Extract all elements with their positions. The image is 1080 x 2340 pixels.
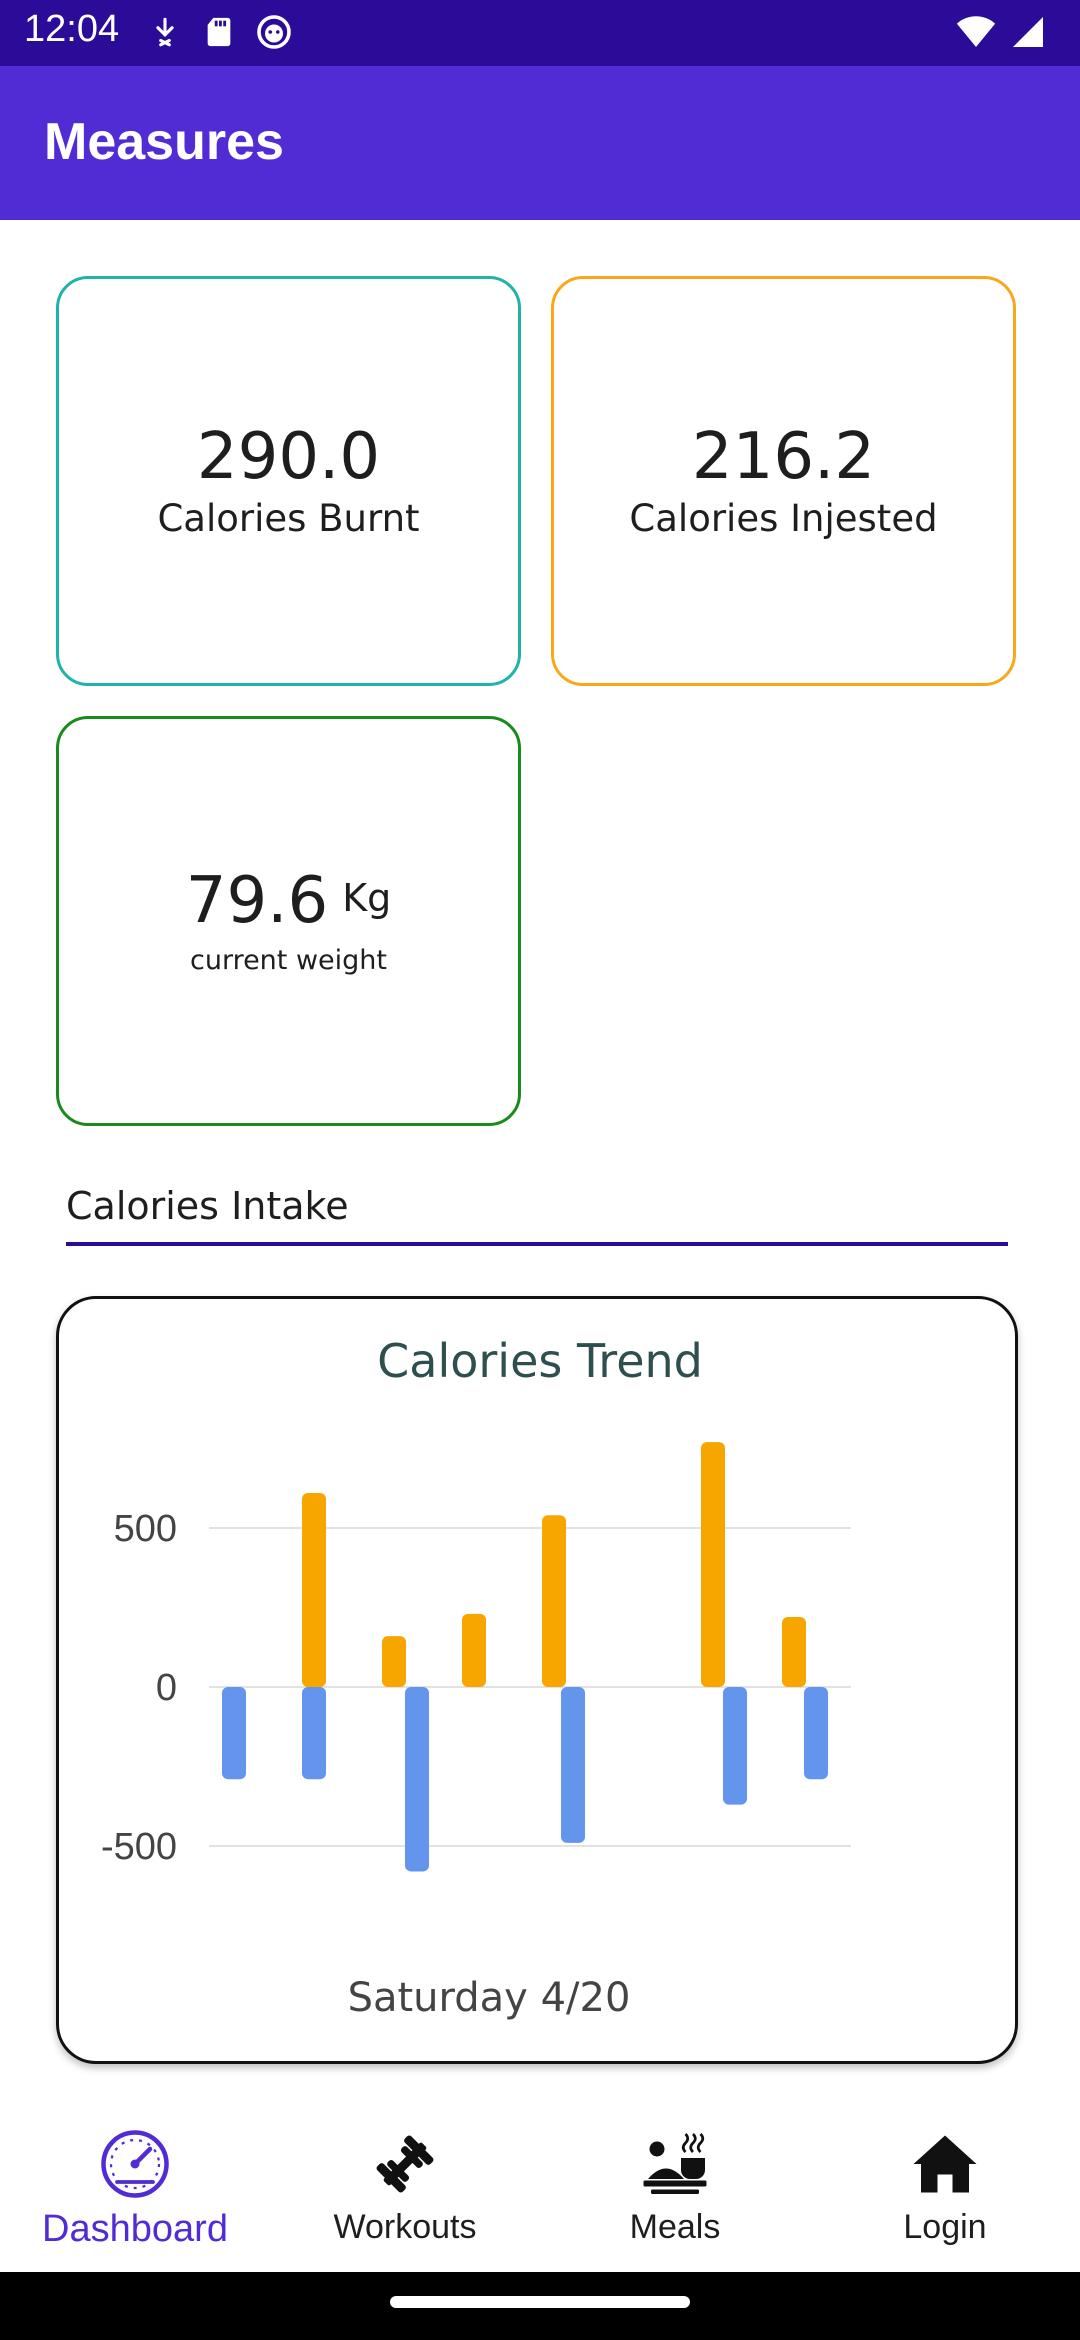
status-time: 12:04	[24, 8, 120, 50]
section-title: Calories Intake	[66, 1184, 349, 1228]
status-icons-left	[148, 14, 292, 50]
home-icon	[909, 2122, 981, 2206]
download-icon	[148, 15, 182, 49]
bottom-nav: Dashboard Workouts Meals Login	[0, 2120, 1080, 2272]
chart-bar-positive	[302, 1493, 326, 1687]
chart-bar-positive	[462, 1613, 486, 1687]
chart-bar-positive	[382, 1636, 406, 1687]
calories-injested-value: 216.2	[691, 420, 876, 495]
chart-bar-negative	[222, 1687, 246, 1780]
calories-trend-chart-card: Calories Trend 500 0 -500 Saturday 4/20	[56, 1296, 1018, 2064]
sd-card-icon	[202, 15, 236, 49]
page-title: Measures	[44, 113, 284, 171]
chart-bar-positive	[701, 1442, 725, 1687]
current-weight-card: 79.6 Kg current weight	[56, 716, 521, 1126]
meal-tray-icon	[639, 2122, 711, 2206]
nav-label-login: Login	[903, 2208, 987, 2246]
nav-label-dashboard: Dashboard	[42, 2208, 228, 2250]
current-weight-value: 79.6	[185, 864, 329, 939]
calories-burnt-value: 290.0	[196, 420, 381, 495]
calories-injested-label: Calories Injested	[629, 496, 938, 540]
weight-unit: Kg	[342, 876, 392, 921]
cellular-signal-icon	[1010, 14, 1046, 50]
dumbbell-icon	[369, 2122, 441, 2206]
chart-bar-positive	[782, 1617, 806, 1687]
nav-item-workouts[interactable]: Workouts	[270, 2122, 540, 2270]
chart-bar-negative	[561, 1687, 585, 1843]
chart-bar-negative	[804, 1687, 828, 1780]
nav-item-dashboard[interactable]: Dashboard	[0, 2122, 270, 2270]
nav-label-meals: Meals	[629, 2208, 721, 2246]
nav-item-login[interactable]: Login	[810, 2122, 1080, 2270]
app-bar: Measures	[0, 66, 1080, 220]
nav-label-workouts: Workouts	[333, 2208, 477, 2246]
status-bar: 12:04	[0, 0, 1080, 66]
chart-x-axis-label: Saturday 4/20	[348, 1975, 631, 2021]
status-icons-right	[956, 14, 1046, 50]
wifi-icon	[956, 14, 996, 50]
weight-row: 79.6 Kg	[185, 864, 392, 939]
system-gesture-area	[0, 2272, 1080, 2340]
calories-trend-chart: Calories Trend 500 0 -500 Saturday 4/20	[101, 1334, 851, 2021]
current-weight-label: current weight	[189, 944, 387, 976]
chart-bar-positive	[542, 1515, 566, 1687]
calories-burnt-label: Calories Burnt	[157, 496, 420, 540]
chart-y-tick-label: -500	[101, 1826, 177, 1868]
notification-face-icon	[256, 14, 292, 50]
speedometer-icon	[99, 2122, 171, 2206]
gesture-handle[interactable]	[390, 2296, 690, 2308]
chart-y-tick-label: 0	[156, 1667, 177, 1709]
calories-injested-card: 216.2 Calories Injested	[551, 276, 1016, 686]
chart-title: Calories Trend	[377, 1334, 703, 1388]
chart-bar-negative	[405, 1687, 429, 1872]
section-underline	[66, 1242, 1008, 1246]
chart-bar-negative	[302, 1687, 326, 1780]
nav-item-meals[interactable]: Meals	[540, 2122, 810, 2270]
calories-burnt-card: 290.0 Calories Burnt	[56, 276, 521, 686]
chart-y-tick-label: 500	[114, 1508, 177, 1550]
chart-bar-negative	[723, 1687, 747, 1805]
